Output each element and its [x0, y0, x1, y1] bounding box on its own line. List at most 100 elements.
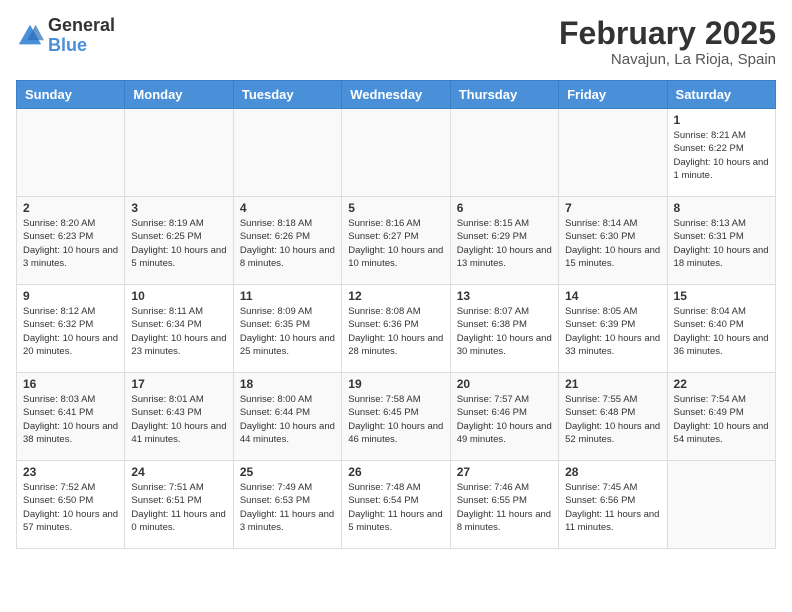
calendar-cell: 6 Sunrise: 8:15 AMSunset: 6:29 PMDaylight…	[450, 197, 558, 285]
calendar-cell: 15 Sunrise: 8:04 AMSunset: 6:40 PMDayligh…	[667, 285, 775, 373]
calendar-cell: 7Sunrise: 8:14 AMSunset: 6:30 PMDaylight…	[559, 197, 667, 285]
day-info: Sunrise: 8:03 AMSunset: 6:41 PMDaylight:…	[23, 393, 118, 446]
calendar-cell: 19 Sunrise: 7:58 AMSunset: 6:45 PMDayligh…	[342, 373, 450, 461]
day-number: 20	[457, 377, 552, 391]
calendar-cell	[667, 461, 775, 549]
calendar-cell	[233, 109, 341, 197]
day-info: Sunrise: 8:04 AMSunset: 6:40 PMDaylight:…	[674, 305, 769, 358]
day-number: 27	[457, 465, 552, 479]
day-number: 7	[565, 201, 660, 215]
day-number: 1	[674, 113, 769, 127]
title-block: February 2025 Navajun, La Rioja, Spain	[559, 16, 776, 68]
day-number: 19	[348, 377, 443, 391]
day-header-saturday: Saturday	[667, 81, 775, 109]
day-info: Sunrise: 7:51 AMSunset: 6:51 PMDaylight:…	[131, 481, 226, 534]
calendar-cell: 26 Sunrise: 7:48 AMSunset: 6:54 PMDayligh…	[342, 461, 450, 549]
day-info: Sunrise: 7:54 AMSunset: 6:49 PMDaylight:…	[674, 393, 769, 446]
page-header: General Blue February 2025 Navajun, La R…	[16, 16, 776, 68]
calendar-cell: 12 Sunrise: 8:08 AMSunset: 6:36 PMDayligh…	[342, 285, 450, 373]
calendar-cell: 5 Sunrise: 8:16 AMSunset: 6:27 PMDaylight…	[342, 197, 450, 285]
calendar-cell: 28 Sunrise: 7:45 AMSunset: 6:56 PMDayligh…	[559, 461, 667, 549]
day-info: Sunrise: 8:16 AMSunset: 6:27 PMDaylight:…	[348, 217, 443, 270]
calendar-cell: 21 Sunrise: 7:55 AMSunset: 6:48 PMDayligh…	[559, 373, 667, 461]
day-number: 10	[131, 289, 226, 303]
logo-icon	[16, 22, 44, 50]
day-number: 15	[674, 289, 769, 303]
day-info: Sunrise: 7:49 AMSunset: 6:53 PMDaylight:…	[240, 481, 335, 534]
day-number: 25	[240, 465, 335, 479]
day-info: Sunrise: 7:48 AMSunset: 6:54 PMDaylight:…	[348, 481, 443, 534]
day-number: 6	[457, 201, 552, 215]
day-number: 28	[565, 465, 660, 479]
day-number: 24	[131, 465, 226, 479]
day-number: 12	[348, 289, 443, 303]
calendar-cell: 18 Sunrise: 8:00 AMSunset: 6:44 PMDayligh…	[233, 373, 341, 461]
day-header-tuesday: Tuesday	[233, 81, 341, 109]
calendar-week-5: 23 Sunrise: 7:52 AMSunset: 6:50 PMDayligh…	[17, 461, 776, 549]
calendar-week-1: 1 Sunrise: 8:21 AMSunset: 6:22 PMDaylight…	[17, 109, 776, 197]
day-info: Sunrise: 7:45 AMSunset: 6:56 PMDaylight:…	[565, 481, 660, 534]
calendar-cell: 13 Sunrise: 8:07 AMSunset: 6:38 PMDayligh…	[450, 285, 558, 373]
day-info: Sunrise: 8:19 AMSunset: 6:25 PMDaylight:…	[131, 217, 226, 270]
day-number: 16	[23, 377, 118, 391]
calendar-week-2: 2Sunrise: 8:20 AMSunset: 6:23 PMDaylight…	[17, 197, 776, 285]
day-info: Sunrise: 7:55 AMSunset: 6:48 PMDaylight:…	[565, 393, 660, 446]
day-info: Sunrise: 8:00 AMSunset: 6:44 PMDaylight:…	[240, 393, 335, 446]
day-info: Sunrise: 8:15 AMSunset: 6:29 PMDaylight:…	[457, 217, 552, 270]
day-info: Sunrise: 7:57 AMSunset: 6:46 PMDaylight:…	[457, 393, 552, 446]
day-number: 26	[348, 465, 443, 479]
location: Navajun, La Rioja, Spain	[559, 51, 776, 68]
day-header-sunday: Sunday	[17, 81, 125, 109]
day-number: 8	[674, 201, 769, 215]
day-number: 23	[23, 465, 118, 479]
calendar-cell	[342, 109, 450, 197]
day-number: 22	[674, 377, 769, 391]
calendar-cell: 27 Sunrise: 7:46 AMSunset: 6:55 PMDayligh…	[450, 461, 558, 549]
logo-general: General	[48, 15, 115, 35]
calendar-cell: 1 Sunrise: 8:21 AMSunset: 6:22 PMDaylight…	[667, 109, 775, 197]
day-info: Sunrise: 7:58 AMSunset: 6:45 PMDaylight:…	[348, 393, 443, 446]
calendar-cell	[125, 109, 233, 197]
day-info: Sunrise: 7:46 AMSunset: 6:55 PMDaylight:…	[457, 481, 552, 534]
day-info: Sunrise: 8:11 AMSunset: 6:34 PMDaylight:…	[131, 305, 226, 358]
day-number: 2	[23, 201, 118, 215]
day-number: 4	[240, 201, 335, 215]
day-info: Sunrise: 8:09 AMSunset: 6:35 PMDaylight:…	[240, 305, 335, 358]
day-number: 3	[131, 201, 226, 215]
logo-blue: Blue	[48, 35, 87, 55]
day-info: Sunrise: 8:13 AMSunset: 6:31 PMDaylight:…	[674, 217, 769, 270]
day-number: 18	[240, 377, 335, 391]
day-info: Sunrise: 8:05 AMSunset: 6:39 PMDaylight:…	[565, 305, 660, 358]
day-info: Sunrise: 8:21 AMSunset: 6:22 PMDaylight:…	[674, 129, 769, 182]
month-year: February 2025	[559, 16, 776, 51]
calendar-week-3: 9Sunrise: 8:12 AMSunset: 6:32 PMDaylight…	[17, 285, 776, 373]
day-header-monday: Monday	[125, 81, 233, 109]
calendar-cell: 20 Sunrise: 7:57 AMSunset: 6:46 PMDayligh…	[450, 373, 558, 461]
day-info: Sunrise: 7:52 AMSunset: 6:50 PMDaylight:…	[23, 481, 118, 534]
day-number: 9	[23, 289, 118, 303]
day-info: Sunrise: 8:08 AMSunset: 6:36 PMDaylight:…	[348, 305, 443, 358]
day-header-friday: Friday	[559, 81, 667, 109]
calendar-cell: 14 Sunrise: 8:05 AMSunset: 6:39 PMDayligh…	[559, 285, 667, 373]
logo: General Blue	[16, 16, 115, 56]
calendar-cell: 11Sunrise: 8:09 AMSunset: 6:35 PMDayligh…	[233, 285, 341, 373]
calendar-cell: 24 Sunrise: 7:51 AMSunset: 6:51 PMDayligh…	[125, 461, 233, 549]
day-info: Sunrise: 8:01 AMSunset: 6:43 PMDaylight:…	[131, 393, 226, 446]
calendar-cell: 16 Sunrise: 8:03 AMSunset: 6:41 PMDayligh…	[17, 373, 125, 461]
calendar-cell	[450, 109, 558, 197]
day-info: Sunrise: 8:07 AMSunset: 6:38 PMDaylight:…	[457, 305, 552, 358]
calendar-cell: 2Sunrise: 8:20 AMSunset: 6:23 PMDaylight…	[17, 197, 125, 285]
day-header-thursday: Thursday	[450, 81, 558, 109]
calendar-cell	[559, 109, 667, 197]
day-number: 21	[565, 377, 660, 391]
calendar-cell: 4Sunrise: 8:18 AMSunset: 6:26 PMDaylight…	[233, 197, 341, 285]
calendar-cell: 8 Sunrise: 8:13 AMSunset: 6:31 PMDaylight…	[667, 197, 775, 285]
day-number: 13	[457, 289, 552, 303]
calendar-header-row: SundayMondayTuesdayWednesdayThursdayFrid…	[17, 81, 776, 109]
day-number: 14	[565, 289, 660, 303]
calendar-cell: 25 Sunrise: 7:49 AMSunset: 6:53 PMDayligh…	[233, 461, 341, 549]
calendar-cell: 23 Sunrise: 7:52 AMSunset: 6:50 PMDayligh…	[17, 461, 125, 549]
day-number: 5	[348, 201, 443, 215]
calendar-table: SundayMondayTuesdayWednesdayThursdayFrid…	[16, 80, 776, 549]
calendar-cell: 22 Sunrise: 7:54 AMSunset: 6:49 PMDayligh…	[667, 373, 775, 461]
